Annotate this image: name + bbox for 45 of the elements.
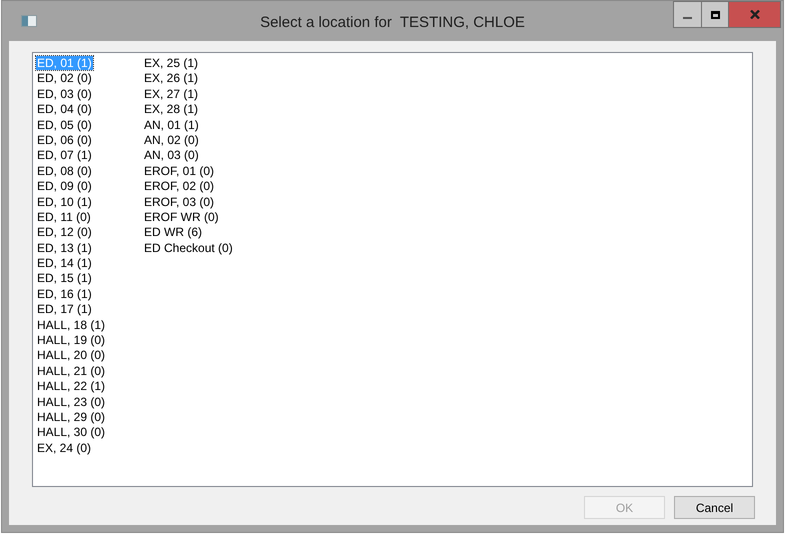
location-item[interactable]: ED, 13 (1): [36, 240, 93, 255]
app-icon: [21, 15, 37, 27]
close-icon: [750, 10, 760, 19]
location-item[interactable]: HALL, 23 (0): [36, 394, 106, 409]
location-item[interactable]: HALL, 20 (0): [36, 348, 106, 362]
location-item[interactable]: EROF, 02 (0): [143, 179, 216, 194]
location-item[interactable]: EROF, 01 (0): [143, 164, 216, 178]
minimize-button[interactable]: [673, 1, 702, 28]
location-item[interactable]: ED, 05 (0): [36, 118, 93, 132]
location-item[interactable]: ED, 02 (0): [36, 71, 93, 86]
location-item[interactable]: EROF WR (0): [143, 210, 220, 224]
location-item[interactable]: ED, 11 (0): [36, 210, 92, 224]
location-item[interactable]: ED, 12 (0): [36, 225, 93, 240]
location-item[interactable]: EX, 27 (1): [143, 86, 200, 101]
close-button[interactable]: [729, 1, 781, 28]
location-item[interactable]: ED, 07 (1): [36, 148, 93, 162]
location-item[interactable]: HALL, 30 (0): [36, 425, 106, 440]
location-item[interactable]: EX, 25 (1): [143, 56, 200, 70]
location-item[interactable]: ED Checkout (0): [143, 240, 234, 255]
location-item[interactable]: HALL, 21 (0): [36, 364, 106, 378]
location-item[interactable]: ED, 16 (1): [36, 286, 93, 301]
location-item[interactable]: ED, 04 (0): [36, 102, 93, 116]
location-item[interactable]: ED, 14 (1): [36, 256, 93, 270]
location-item[interactable]: EX, 24 (0): [36, 440, 92, 455]
location-item[interactable]: EROF, 03 (0): [143, 194, 216, 209]
location-item[interactable]: HALL, 22 (1): [36, 379, 106, 394]
location-item[interactable]: ED WR (6): [143, 225, 203, 240]
location-item[interactable]: ED, 17 (1): [36, 302, 93, 316]
window-title: Select a location for TESTING, CHLOE: [260, 13, 525, 33]
dialog-button[interactable]: Cancel: [674, 496, 755, 519]
location-item[interactable]: ED, 09 (0): [36, 179, 93, 194]
location-item[interactable]: EX, 26 (1): [143, 71, 200, 86]
location-item[interactable]: ED, 06 (0): [36, 132, 93, 147]
location-item[interactable]: AN, 01 (1): [143, 118, 200, 132]
location-item[interactable]: AN, 03 (0): [143, 148, 200, 162]
location-item[interactable]: ED, 08 (0): [36, 164, 93, 178]
location-item[interactable]: HALL, 18 (1): [36, 318, 106, 332]
maximize-button[interactable]: [702, 1, 729, 28]
location-item[interactable]: ED, 03 (0): [36, 86, 93, 101]
location-item[interactable]: AN, 02 (0): [143, 132, 200, 147]
location-item[interactable]: ED, 10 (1): [36, 194, 93, 209]
location-item[interactable]: EX, 28 (1): [143, 102, 200, 116]
location-item[interactable]: HALL, 29 (0): [36, 410, 106, 424]
location-item[interactable]: ED, 15 (1): [36, 271, 93, 286]
location-item[interactable]: HALL, 19 (0): [36, 333, 106, 348]
